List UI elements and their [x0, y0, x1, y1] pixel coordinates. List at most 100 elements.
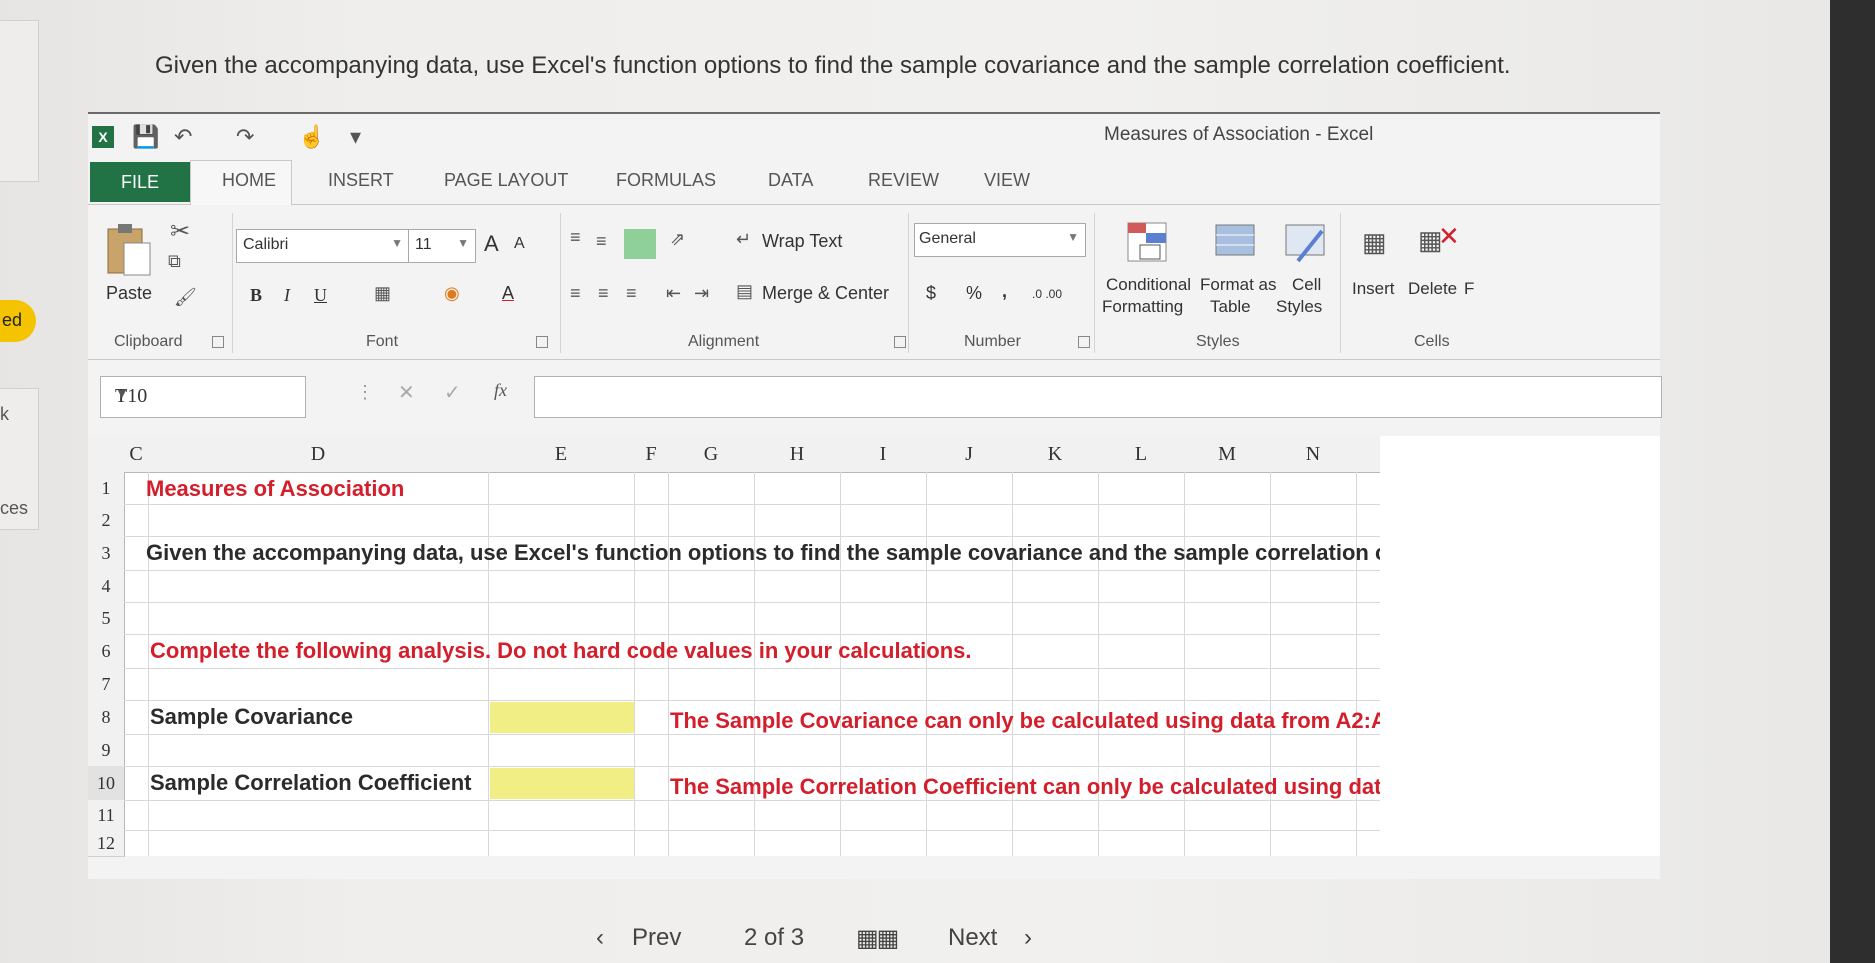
correlation-input-cell[interactable] [490, 768, 634, 799]
column-header-i[interactable]: I [840, 436, 927, 473]
column-header-g[interactable]: G [668, 436, 755, 473]
align-middle-icon[interactable]: ≡ [596, 231, 607, 252]
number-launcher-icon[interactable] [1078, 336, 1090, 348]
next-button[interactable]: Next [948, 924, 997, 952]
column-header-m[interactable]: M [1184, 436, 1271, 473]
row-header-8[interactable]: 8 [88, 700, 125, 735]
font-color-button[interactable]: A [502, 283, 514, 304]
underline-button[interactable]: U [314, 285, 327, 306]
percent-button[interactable]: % [966, 283, 982, 304]
spreadsheet-grid[interactable]: C D E F G H I J K L M N 1 2 3 4 5 6 7 8 … [88, 436, 1660, 857]
column-header-k[interactable]: K [1012, 436, 1099, 473]
align-center-icon[interactable]: ≡ [598, 283, 609, 304]
format-painter-icon[interactable]: 🖌 [174, 287, 197, 308]
fill-color-icon[interactable]: ◉ [444, 283, 460, 304]
increase-indent-icon[interactable]: ⇥ [694, 283, 709, 304]
row-header-6[interactable]: 6 [88, 634, 125, 669]
column-header-n[interactable]: N [1270, 436, 1357, 473]
currency-button[interactable]: $ [926, 283, 936, 304]
increase-decimal-button[interactable]: .0 .00 [1032, 287, 1062, 301]
italic-button[interactable]: I [284, 285, 290, 306]
format-as-table-label-2[interactable]: Table [1210, 297, 1251, 317]
column-header-h[interactable]: H [754, 436, 841, 473]
grid-view-icon[interactable]: ▦▦ [856, 924, 899, 953]
left-panel-text-2[interactable]: ces [0, 498, 28, 519]
format-button-partial[interactable]: F [1464, 279, 1474, 299]
align-top-icon[interactable]: ≡ [570, 227, 581, 248]
row-header-2[interactable]: 2 [88, 504, 125, 537]
tab-view[interactable]: VIEW [984, 170, 1030, 191]
row-header-4[interactable]: 4 [88, 570, 125, 603]
decrease-indent-icon[interactable]: ⇤ [666, 283, 681, 304]
align-right-icon[interactable]: ≡ [626, 283, 637, 304]
row-header-10[interactable]: 10 [88, 766, 125, 801]
paste-label[interactable]: Paste [106, 283, 152, 304]
orientation-icon[interactable]: ⇗ [670, 229, 685, 250]
merge-center-button[interactable]: Merge & Center [762, 283, 889, 304]
tab-formulas[interactable]: FORMULAS [616, 170, 716, 191]
row-header-9[interactable]: 9 [88, 734, 125, 767]
formula-input[interactable] [534, 376, 1662, 418]
touch-mode-icon[interactable]: ☝ [298, 124, 325, 150]
undo-icon[interactable]: ↶ [174, 124, 192, 150]
paste-icon[interactable] [104, 221, 154, 279]
prev-chevron-icon[interactable]: ‹ [596, 924, 604, 952]
row-header-1[interactable]: 1 [88, 472, 125, 505]
column-header-e[interactable]: E [488, 436, 635, 473]
cancel-entry-icon[interactable]: ✕ [398, 380, 415, 405]
format-as-table-icon[interactable] [1214, 221, 1258, 265]
column-header-d[interactable]: D [148, 436, 489, 473]
column-header-f[interactable]: F [634, 436, 669, 473]
align-bottom-button[interactable] [624, 229, 656, 259]
select-all-corner[interactable] [88, 436, 125, 473]
redo-icon[interactable]: ↷ [236, 124, 254, 150]
bold-button[interactable]: B [250, 285, 262, 306]
conditional-formatting-label-1[interactable]: Conditional [1106, 275, 1191, 295]
row-header-3[interactable]: 3 [88, 536, 125, 571]
name-box[interactable]: T10 ▼ [100, 376, 306, 418]
font-size-dropdown[interactable]: 11 ▼ [408, 229, 476, 263]
row-header-5[interactable]: 5 [88, 602, 125, 635]
column-header-j[interactable]: J [926, 436, 1013, 473]
insert-function-icon[interactable]: fx [494, 380, 507, 401]
cell-styles-label-1[interactable]: Cell [1292, 275, 1321, 295]
tab-file[interactable]: FILE [90, 162, 190, 202]
wrap-text-button[interactable]: Wrap Text [762, 231, 842, 252]
prev-button[interactable]: Prev [632, 924, 681, 952]
format-as-table-label-1[interactable]: Format as [1200, 275, 1277, 295]
font-name-dropdown[interactable]: Calibri ▼ [236, 229, 410, 263]
row-header-12[interactable]: 12 [88, 830, 125, 857]
tab-page-layout[interactable]: PAGE LAYOUT [444, 170, 568, 191]
save-icon[interactable]: 💾 [132, 124, 159, 150]
alignment-launcher-icon[interactable] [894, 336, 906, 348]
align-left-icon[interactable]: ≡ [570, 283, 581, 304]
column-header-l[interactable]: L [1098, 436, 1185, 473]
font-launcher-icon[interactable] [536, 336, 548, 348]
customize-toolbar-icon[interactable]: ▾ [350, 124, 361, 150]
copy-icon[interactable]: ⧉ [168, 251, 181, 272]
shrink-font-button[interactable]: A [514, 235, 525, 253]
number-format-dropdown[interactable]: General ▼ [914, 223, 1086, 257]
comma-button[interactable]: , [1002, 281, 1007, 302]
grow-font-button[interactable]: A [484, 231, 499, 257]
column-header-c[interactable]: C [124, 436, 149, 473]
tab-review[interactable]: REVIEW [868, 170, 939, 191]
row-header-7[interactable]: 7 [88, 668, 125, 701]
borders-icon[interactable]: ▦ [374, 283, 391, 304]
clipboard-launcher-icon[interactable] [212, 336, 224, 348]
covariance-input-cell[interactable] [490, 702, 634, 733]
insert-button[interactable]: Insert [1352, 279, 1395, 299]
left-panel-pill[interactable]: ed [0, 300, 36, 342]
cell-styles-icon[interactable] [1284, 221, 1328, 265]
tab-data[interactable]: DATA [768, 170, 813, 191]
confirm-entry-icon[interactable]: ✓ [444, 380, 461, 405]
delete-button[interactable]: Delete [1408, 279, 1457, 299]
insert-cells-icon[interactable]: ▦ [1362, 227, 1387, 258]
tab-insert[interactable]: INSERT [328, 170, 394, 191]
conditional-formatting-icon[interactable] [1126, 221, 1170, 265]
conditional-formatting-label-2[interactable]: Formatting [1102, 297, 1183, 317]
cell-styles-label-2[interactable]: Styles [1276, 297, 1322, 317]
cut-icon[interactable]: ✂ [170, 217, 190, 246]
row-header-11[interactable]: 11 [88, 800, 125, 831]
next-chevron-icon[interactable]: › [1024, 924, 1032, 952]
